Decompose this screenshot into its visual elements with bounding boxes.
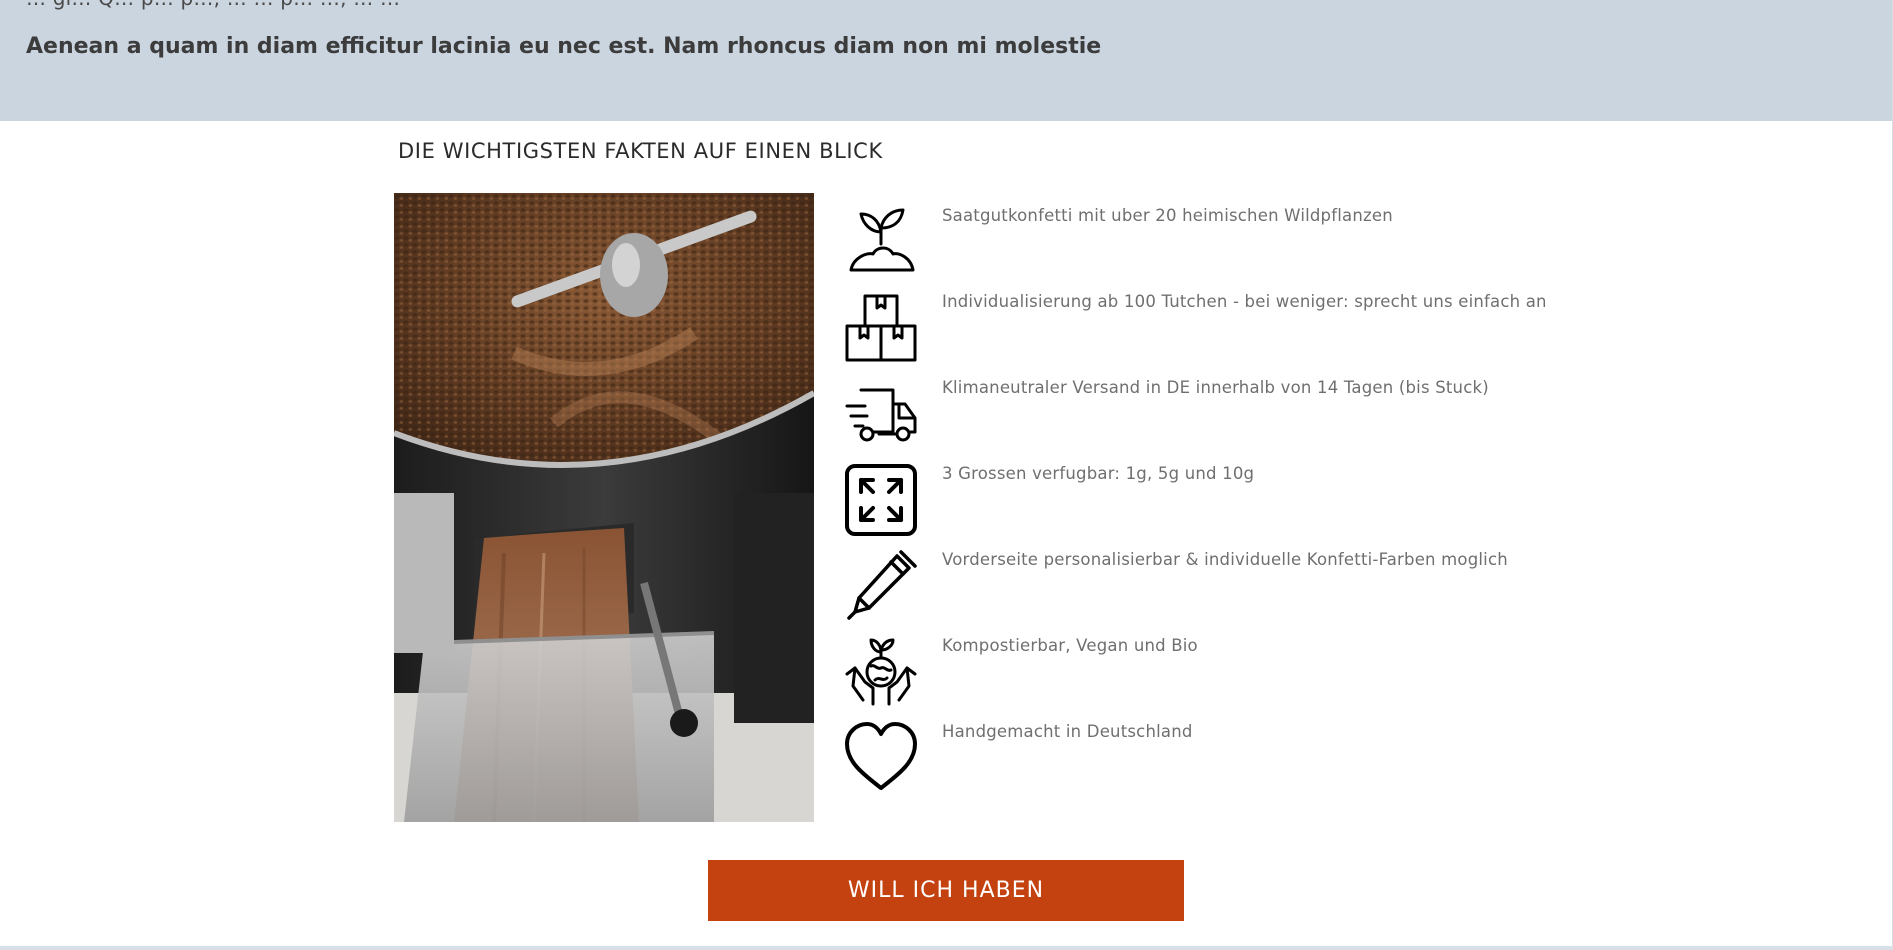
fact-text: Klimaneutraler Versand in DE innerhalb v… <box>942 378 1489 397</box>
fact-text: Handgemacht in Deutschland <box>942 722 1193 741</box>
fact-text: Individualisierung ab 100 Tutchen - bei … <box>942 292 1547 311</box>
fact-item: Klimaneutraler Versand in DE innerhalb v… <box>843 373 1743 459</box>
fact-item: Vorderseite personalisierbar & individue… <box>843 545 1743 631</box>
fact-item: Saatgutkonfetti mit uber 20 heimischen W… <box>843 201 1743 287</box>
fact-text: Kompostierbar, Vegan und Bio <box>942 636 1198 655</box>
will-ich-haben-button[interactable]: WILL ICH HABEN <box>708 860 1184 921</box>
fact-item: Kompostierbar, Vegan und Bio <box>843 631 1743 717</box>
hero-subheading: Aenean a quam in diam efficitur lacinia … <box>26 34 1102 59</box>
fact-text: 3 Grossen verfugbar: 1g, 5g und 10g <box>942 464 1255 483</box>
fact-item: Handgemacht in Deutschland <box>843 717 1743 803</box>
fact-item: 3 Grossen verfugbar: 1g, 5g und 10g <box>843 459 1743 545</box>
coffee-roaster-photo <box>394 193 814 822</box>
sprout-icon <box>843 204 919 280</box>
pen-icon <box>843 548 919 624</box>
fact-text: Saatgutkonfetti mit uber 20 heimischen W… <box>942 206 1393 225</box>
fact-item: Individualisierung ab 100 Tutchen - bei … <box>843 287 1743 373</box>
fact-text: Vorderseite personalisierbar & individue… <box>942 550 1508 569</box>
hero-band: … gi… Q… p… p…, … … p… …, … … Aenean a q… <box>0 0 1893 121</box>
cut-off-paragraph: … gi… Q… p… p…, … … p… …, … … <box>26 0 400 10</box>
expand-arrows-icon <box>843 462 919 538</box>
boxes-icon <box>843 290 919 366</box>
facts-list: Saatgutkonfetti mit uber 20 heimischen W… <box>843 201 1743 803</box>
hands-globe-icon <box>843 634 919 710</box>
section-divider <box>0 946 1893 950</box>
heart-icon <box>843 720 919 796</box>
facts-title: DIE WICHTIGSTEN FAKTEN AUF EINEN BLICK <box>398 139 883 163</box>
delivery-truck-icon <box>843 376 919 452</box>
